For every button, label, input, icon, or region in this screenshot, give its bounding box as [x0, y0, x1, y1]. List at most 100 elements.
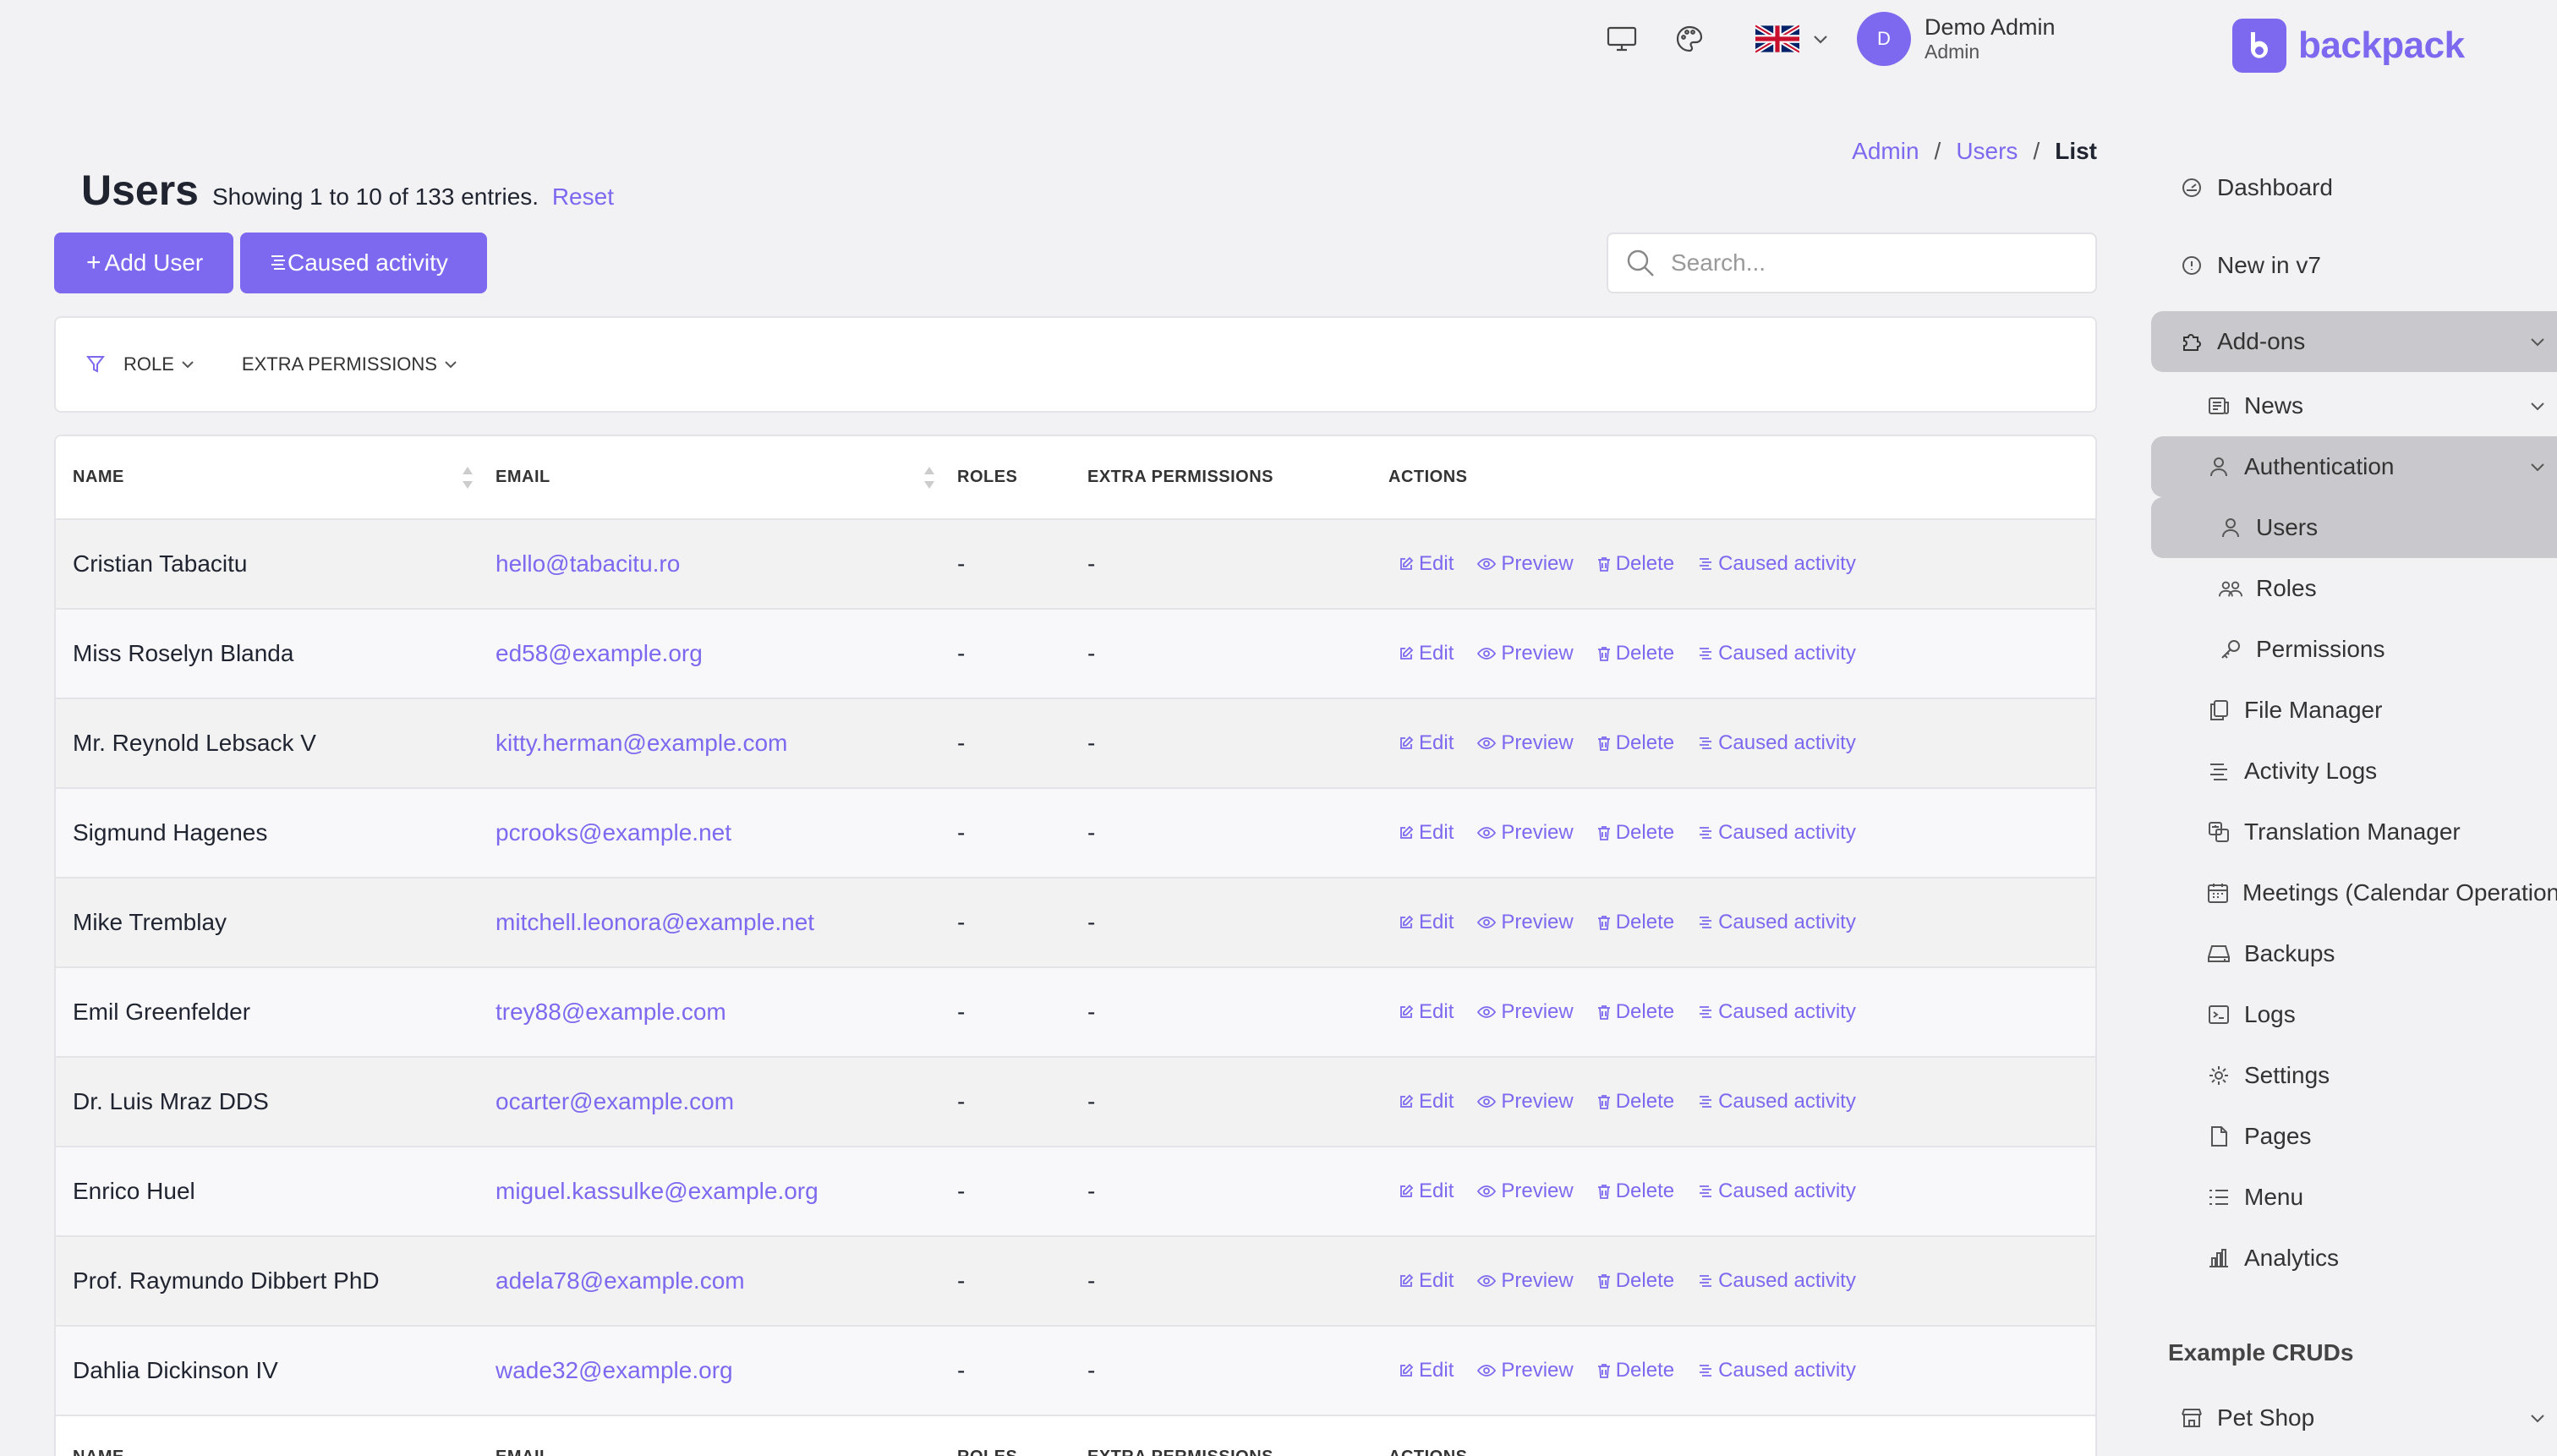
- email-link[interactable]: miguel.kassulke@example.org: [496, 1178, 819, 1204]
- email-link[interactable]: adela78@example.com: [496, 1267, 745, 1294]
- preview-action[interactable]: Preview: [1477, 552, 1574, 576]
- email-link[interactable]: mitchell.leonora@example.net: [496, 909, 814, 935]
- sidebar-item-permissions[interactable]: Permissions: [2151, 619, 2557, 680]
- delete-action[interactable]: Delete: [1597, 1269, 1674, 1293]
- sidebar-item-dashboard[interactable]: Dashboard: [2151, 157, 2557, 218]
- caused-activity-action[interactable]: Caused activity: [1698, 552, 1856, 576]
- sidebar-item-pages[interactable]: Pages: [2151, 1106, 2557, 1167]
- sidebar-heading: Example CRUDs: [2168, 1339, 2354, 1366]
- delete-action[interactable]: Delete: [1597, 1090, 1674, 1114]
- caused-activity-action[interactable]: Caused activity: [1698, 1180, 1856, 1203]
- sidebar-item-roles[interactable]: Roles: [2151, 558, 2557, 619]
- breadcrumb-admin[interactable]: Admin: [1852, 138, 1919, 165]
- sidebar-item-settings[interactable]: Settings: [2151, 1045, 2557, 1106]
- preview-action[interactable]: Preview: [1477, 911, 1574, 934]
- table-row: Enrico Huel miguel.kassulke@example.org - -…: [56, 1147, 2095, 1237]
- delete-action[interactable]: Delete: [1597, 552, 1674, 576]
- preview-action[interactable]: Preview: [1477, 1000, 1574, 1024]
- sidebar-item-add-ons[interactable]: Add-ons: [2151, 311, 2557, 372]
- action-label: Preview: [1501, 1000, 1574, 1023]
- delete-action[interactable]: Delete: [1597, 1000, 1674, 1024]
- edit-action[interactable]: Edit: [1399, 642, 1454, 665]
- caused-activity-action[interactable]: Caused activity: [1698, 642, 1856, 665]
- delete-action[interactable]: Delete: [1597, 1180, 1674, 1203]
- sidebar-item-label: Translation Manager: [2244, 818, 2461, 845]
- edit-action[interactable]: Edit: [1399, 911, 1454, 934]
- email-link[interactable]: ocarter@example.com: [496, 1088, 734, 1114]
- filter-role[interactable]: ROLE: [123, 353, 194, 375]
- edit-action[interactable]: Edit: [1399, 1090, 1454, 1114]
- edit-action[interactable]: Edit: [1399, 821, 1454, 845]
- sidebar-item-logs[interactable]: Logs: [2151, 984, 2557, 1045]
- email-link[interactable]: ed58@example.org: [496, 640, 703, 666]
- preview-action[interactable]: Preview: [1477, 821, 1574, 845]
- filter-extra-permissions[interactable]: EXTRA PERMISSIONS: [242, 353, 457, 375]
- monitor-icon[interactable]: [1598, 15, 1645, 63]
- edit-action[interactable]: Edit: [1399, 1269, 1454, 1293]
- edit-action[interactable]: Edit: [1399, 1359, 1454, 1382]
- preview-action[interactable]: Preview: [1477, 1180, 1574, 1203]
- caused-activity-action[interactable]: Caused activity: [1698, 1000, 1856, 1024]
- sidebar-item-label: News: [2244, 392, 2304, 419]
- sidebar-item-backups[interactable]: Backups: [2151, 923, 2557, 984]
- sidebar-item-label: Settings: [2244, 1062, 2330, 1088]
- caused-activity-action[interactable]: Caused activity: [1698, 911, 1856, 934]
- email-link[interactable]: trey88@example.com: [496, 999, 726, 1025]
- row-actions: Edit Preview Delete Caused activity: [1399, 821, 2095, 845]
- sidebar-item-activity-logs[interactable]: Activity Logs: [2151, 741, 2557, 802]
- delete-action[interactable]: Delete: [1597, 642, 1674, 665]
- caused-activity-button[interactable]: Caused activity: [240, 233, 487, 293]
- sidebar-item-pet-shop[interactable]: Pet Shop: [2151, 1388, 2557, 1448]
- column-header-name[interactable]: NAME: [56, 436, 496, 520]
- action-label: Delete: [1615, 911, 1675, 933]
- preview-action[interactable]: Preview: [1477, 1090, 1574, 1114]
- delete-action[interactable]: Delete: [1597, 1359, 1674, 1382]
- cell-roles: -: [957, 1236, 1087, 1327]
- cell-actions: Edit Preview Delete Caused activity: [1388, 878, 2095, 968]
- language-switcher[interactable]: [1755, 25, 1828, 53]
- caused-activity-action[interactable]: Caused activity: [1698, 1090, 1856, 1114]
- sidebar-item-translation-manager[interactable]: Translation Manager: [2151, 802, 2557, 862]
- column-header-email[interactable]: EMAIL: [496, 436, 957, 520]
- sidebar-item-users[interactable]: Users: [2151, 497, 2557, 558]
- eye-icon: [1477, 647, 1497, 660]
- action-label: Edit: [1419, 1000, 1454, 1023]
- action-label: Delete: [1615, 642, 1675, 665]
- sidebar-item-meetings-calendar-operation[interactable]: Meetings (Calendar Operation): [2151, 862, 2557, 923]
- edit-action[interactable]: Edit: [1399, 1180, 1454, 1203]
- delete-action[interactable]: Delete: [1597, 731, 1674, 755]
- caused-activity-action[interactable]: Caused activity: [1698, 731, 1856, 755]
- delete-action[interactable]: Delete: [1597, 911, 1674, 934]
- sidebar-item-analytics[interactable]: Analytics: [2151, 1228, 2557, 1289]
- cell-name: Prof. Raymundo Dibbert PhD: [56, 1236, 496, 1327]
- sidebar-item-menu[interactable]: Menu: [2151, 1167, 2557, 1228]
- email-link[interactable]: pcrooks@example.net: [496, 819, 731, 846]
- email-link[interactable]: kitty.herman@example.com: [496, 730, 787, 756]
- sidebar-item-new-in-v7[interactable]: New in v7: [2151, 235, 2557, 296]
- caused-activity-action[interactable]: Caused activity: [1698, 1359, 1856, 1382]
- reset-link[interactable]: Reset: [552, 183, 614, 210]
- edit-action[interactable]: Edit: [1399, 552, 1454, 576]
- palette-icon[interactable]: [1666, 15, 1713, 63]
- add-user-button[interactable]: + Add User: [54, 233, 233, 293]
- edit-action[interactable]: Edit: [1399, 731, 1454, 755]
- email-link[interactable]: hello@tabacitu.ro: [496, 550, 680, 577]
- preview-action[interactable]: Preview: [1477, 1269, 1574, 1293]
- caused-activity-action[interactable]: Caused activity: [1698, 821, 1856, 845]
- preview-action[interactable]: Preview: [1477, 731, 1574, 755]
- edit-action[interactable]: Edit: [1399, 1000, 1454, 1024]
- breadcrumb-users[interactable]: Users: [1956, 138, 2018, 165]
- caused-activity-action[interactable]: Caused activity: [1698, 1269, 1856, 1293]
- preview-action[interactable]: Preview: [1477, 1359, 1574, 1382]
- sidebar-item-authentication[interactable]: Authentication: [2151, 436, 2557, 497]
- search-input[interactable]: [1671, 249, 2077, 276]
- action-label: Preview: [1501, 1090, 1574, 1113]
- action-label: Caused activity: [1718, 731, 1856, 754]
- sidebar-item-news[interactable]: News: [2151, 375, 2557, 436]
- email-link[interactable]: wade32@example.org: [496, 1357, 733, 1383]
- brand[interactable]: backpack: [2232, 19, 2465, 73]
- user-menu[interactable]: D Demo Admin Admin: [1857, 12, 2056, 66]
- delete-action[interactable]: Delete: [1597, 821, 1674, 845]
- sidebar-item-file-manager[interactable]: File Manager: [2151, 680, 2557, 741]
- preview-action[interactable]: Preview: [1477, 642, 1574, 665]
